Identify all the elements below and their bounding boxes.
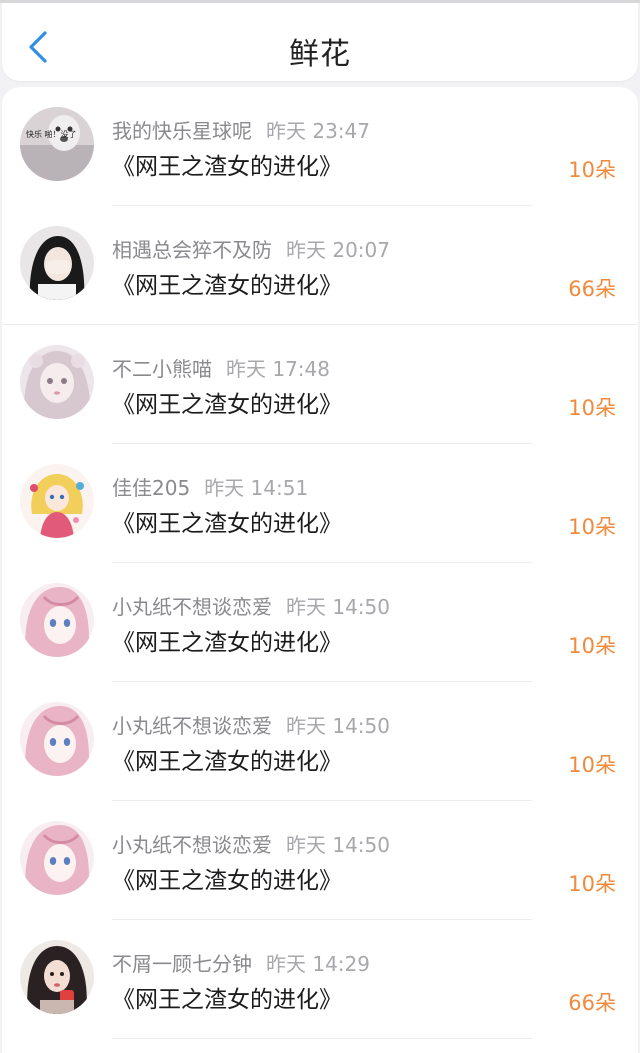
timestamp: 昨天 20:07 xyxy=(286,238,390,262)
item-meta: 小丸纸不想谈恋爱 昨天 14:50 xyxy=(112,829,390,858)
flower-count: 10朵 xyxy=(568,158,616,182)
username[interactable]: 小丸纸不想谈恋爱 xyxy=(112,714,272,738)
timestamp: 昨天 14:50 xyxy=(286,714,390,738)
avatar[interactable] xyxy=(20,583,94,657)
list-item[interactable]: 相遇总会猝不及防 昨天 20:07 《网王之渣女的进化》 66朵 xyxy=(2,206,638,325)
book-title[interactable]: 《网王之渣女的进化》 xyxy=(112,266,342,300)
timestamp: 昨天 14:50 xyxy=(286,595,390,619)
item-meta: 不二小熊喵 昨天 17:48 xyxy=(112,353,330,382)
item-meta: 我的快乐星球呢 昨天 23:47 xyxy=(112,115,370,144)
avatar[interactable] xyxy=(20,345,94,419)
timestamp: 昨天 14:29 xyxy=(266,952,370,976)
flower-count: 10朵 xyxy=(568,515,616,539)
item-meta: 相遇总会猝不及防 昨天 20:07 xyxy=(112,234,390,263)
timestamp: 昨天 17:48 xyxy=(226,357,330,381)
avatar[interactable] xyxy=(20,464,94,538)
username[interactable]: 小丸纸不想谈恋爱 xyxy=(112,595,272,619)
item-meta: 不屑一顾七分钟 昨天 14:29 xyxy=(112,948,370,977)
item-meta: 小丸纸不想谈恋爱 昨天 14:50 xyxy=(112,591,390,620)
book-title[interactable]: 《网王之渣女的进化》 xyxy=(112,742,342,776)
flower-list: 快乐 啪！没了 我的快乐星球呢 昨天 23:47 《网王之渣女的进化》 10朵 相… xyxy=(2,87,638,1053)
list-item[interactable]: 小丸纸不想谈恋爱 昨天 14:50 《网王之渣女的进化》 10朵 xyxy=(2,682,638,801)
page-title: 鲜花 xyxy=(289,37,351,72)
avatar-caption: 快乐 啪！没了 xyxy=(26,129,77,139)
book-title[interactable]: 《网王之渣女的进化》 xyxy=(112,147,342,181)
timestamp: 昨天 14:51 xyxy=(204,476,309,500)
flower-count: 10朵 xyxy=(568,872,616,896)
list-item[interactable]: 佳佳205 昨天 14:51 《网王之渣女的进化》 10朵 xyxy=(2,444,638,563)
username[interactable]: 小丸纸不想谈恋爱 xyxy=(112,833,272,857)
book-title[interactable]: 《网王之渣女的进化》 xyxy=(112,504,342,538)
avatar[interactable] xyxy=(20,702,94,776)
list-item[interactable]: 不二小熊喵 昨天 17:48 《网王之渣女的进化》 10朵 xyxy=(2,325,638,444)
timestamp: 昨天 14:50 xyxy=(286,833,390,857)
book-title[interactable]: 《网王之渣女的进化》 xyxy=(112,385,342,419)
book-title[interactable]: 《网王之渣女的进化》 xyxy=(112,623,342,657)
username[interactable]: 佳佳205 xyxy=(112,476,190,500)
avatar[interactable] xyxy=(20,940,94,1014)
item-meta: 佳佳205 昨天 14:51 xyxy=(112,472,308,501)
book-title[interactable]: 《网王之渣女的进化》 xyxy=(112,861,342,895)
list-item[interactable]: 快乐 啪！没了 我的快乐星球呢 昨天 23:47 《网王之渣女的进化》 10朵 xyxy=(2,87,638,206)
username[interactable]: 不二小熊喵 xyxy=(112,357,212,381)
avatar[interactable] xyxy=(20,821,94,895)
flower-count: 66朵 xyxy=(568,277,616,301)
username[interactable]: 不屑一顾七分钟 xyxy=(112,952,252,976)
divider xyxy=(112,1038,532,1039)
flower-count: 10朵 xyxy=(568,753,616,777)
username[interactable]: 我的快乐星球呢 xyxy=(112,119,252,143)
timestamp: 昨天 23:47 xyxy=(266,119,370,143)
avatar[interactable]: 快乐 啪！没了 xyxy=(20,107,94,181)
list-item[interactable]: 不屑一顾七分钟 昨天 14:29 《网王之渣女的进化》 66朵 xyxy=(2,920,638,1039)
nav-header: 鲜花 xyxy=(2,3,638,81)
username[interactable]: 相遇总会猝不及防 xyxy=(112,238,272,262)
list-item[interactable]: 小丸纸不想谈恋爱 昨天 14:50 《网王之渣女的进化》 10朵 xyxy=(2,801,638,920)
flower-count: 66朵 xyxy=(568,991,616,1015)
flower-count: 10朵 xyxy=(568,634,616,658)
avatar[interactable] xyxy=(20,226,94,300)
item-meta: 小丸纸不想谈恋爱 昨天 14:50 xyxy=(112,710,390,739)
book-title[interactable]: 《网王之渣女的进化》 xyxy=(112,980,342,1014)
list-item[interactable]: 小丸纸不想谈恋爱 昨天 14:50 《网王之渣女的进化》 10朵 xyxy=(2,563,638,682)
flower-count: 10朵 xyxy=(568,396,616,420)
